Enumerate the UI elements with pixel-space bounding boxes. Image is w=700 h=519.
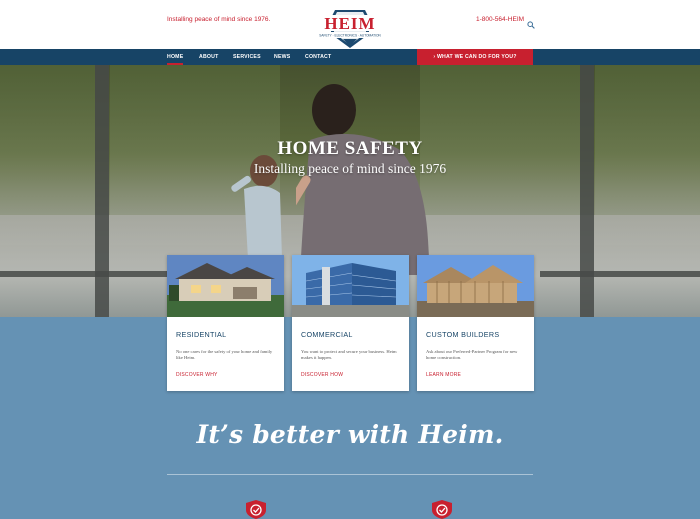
shield-check-icon bbox=[244, 500, 268, 519]
card-text: You want to protect and secure your busi… bbox=[301, 349, 397, 361]
card-text: Ask about our Preferred-Partner Program … bbox=[426, 349, 518, 361]
svg-text:SAFETY · ELECTRONICS · AUTOMAT: SAFETY · ELECTRONICS · AUTOMATION bbox=[319, 34, 381, 38]
section-divider bbox=[167, 474, 533, 475]
discover-how-link[interactable]: DISCOVER HOW bbox=[301, 372, 343, 378]
window-sill bbox=[540, 271, 700, 277]
card-custom-builders[interactable]: CUSTOM BUILDERS Ask about our Preferred-… bbox=[417, 255, 534, 391]
construction-house-image bbox=[417, 255, 534, 317]
learn-more-link[interactable]: LEARN MORE bbox=[426, 372, 461, 378]
card-commercial[interactable]: COMMERCIAL You want to protect and secur… bbox=[292, 255, 409, 391]
heim-logo[interactable]: HEIM SAFETY · ELECTRONICS · AUTOMATION bbox=[313, 8, 387, 50]
shield-check-icon bbox=[430, 500, 454, 519]
what-we-can-do-button[interactable]: › WHAT WE CAN DO FOR YOU? bbox=[417, 49, 533, 65]
window-sill bbox=[0, 271, 170, 277]
nav-services[interactable]: SERVICES bbox=[233, 49, 261, 65]
card-residential[interactable]: RESIDENTIAL No one cares for the safety … bbox=[167, 255, 284, 391]
card-text: No one cares for the safety of your home… bbox=[176, 349, 273, 361]
header-tagline: Installing peace of mind since 1976. bbox=[167, 16, 271, 23]
nav-about[interactable]: ABOUT bbox=[199, 49, 218, 65]
card-title: CUSTOM BUILDERS bbox=[426, 330, 500, 339]
card-title: RESIDENTIAL bbox=[176, 330, 227, 339]
discover-why-link[interactable]: DISCOVER WHY bbox=[176, 372, 218, 378]
residential-house-image bbox=[167, 255, 284, 317]
card-title: COMMERCIAL bbox=[301, 330, 353, 339]
svg-text:HEIM: HEIM bbox=[324, 14, 375, 33]
window-frame bbox=[95, 65, 109, 317]
slogan-heading: It’s better with Heim. bbox=[196, 420, 504, 449]
hero-title: HOME SAFETY bbox=[277, 138, 423, 159]
hero-woman-figure bbox=[296, 84, 430, 275]
nav-news[interactable]: NEWS bbox=[274, 49, 290, 65]
site-header: Installing peace of mind since 1976. HEI… bbox=[0, 0, 700, 49]
header-phone[interactable]: 1-800-564-HEIM bbox=[476, 16, 524, 23]
nav-home[interactable]: HOME bbox=[167, 49, 184, 65]
window-frame bbox=[580, 65, 594, 317]
commercial-building-image bbox=[292, 255, 409, 317]
hero-subtitle: Installing peace of mind since 1976 bbox=[253, 161, 447, 176]
search-icon[interactable] bbox=[527, 16, 535, 29]
nav-contact[interactable]: CONTACT bbox=[305, 49, 331, 65]
main-nav: HOME ABOUT SERVICES NEWS CONTACT bbox=[0, 49, 700, 65]
